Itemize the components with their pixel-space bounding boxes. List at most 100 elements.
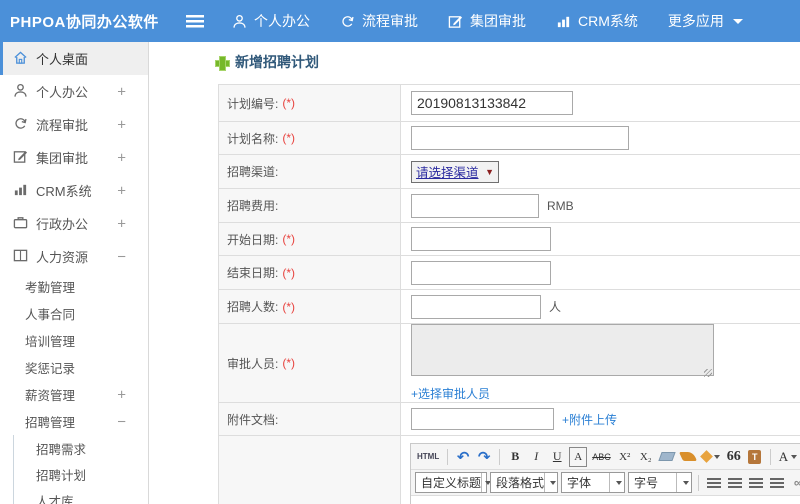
editor-content-area[interactable] [411,496,800,504]
sidebar-item-personal-desktop[interactable]: 个人桌面 [0,42,148,75]
nav-item-more-apps[interactable]: 更多应用 [668,11,743,31]
sidebar-item-crm[interactable]: CRM系统 + [0,174,148,207]
sidebar-item-personal-office[interactable]: 个人办公 + [0,75,148,108]
nav-item-personal-office[interactable]: 个人办公 [232,11,310,31]
plan-number-input[interactable] [411,91,573,115]
sidebar-item-training[interactable]: 培训管理 [0,327,148,354]
bold-button[interactable]: B [506,447,524,467]
font-color-button[interactable]: A [777,447,799,467]
form-row: 招聘人数: (*) 人 [219,290,800,324]
form-row: 招聘渠道: 请选择渠道 ▼ [219,155,800,189]
sidebar-item-rewards[interactable]: 奖惩记录 [0,354,148,381]
hamburger-menu-icon[interactable] [186,14,204,28]
clipboard-icon: T [748,449,762,464]
sidebar-subitem-label: 考勤管理 [25,281,76,295]
font-style-button[interactable]: A [569,446,588,467]
html-source-button[interactable]: HTML [415,447,441,467]
page-title-text: 新增招聘计划 [235,54,319,70]
nav-label: 流程审批 [362,13,418,29]
italic-button[interactable]: I [527,447,545,467]
sidebar-item-label: 流程审批 [36,118,89,133]
recruit-fee-label: 招聘费用: [219,189,401,222]
form-row: 计划名称: (*) [219,122,800,155]
form-row: 计划编号: (*) [219,85,800,122]
sidebar-subitem-label: 人事合同 [25,308,76,322]
page-title: 新增招聘计划 [215,52,319,72]
sidebar-item-label: 行政办公 [36,217,89,232]
end-date-input[interactable] [411,260,551,285]
home-icon [13,50,28,68]
sidebar-item-hr-contract[interactable]: 人事合同 [0,300,148,327]
recruit-fee-input[interactable] [411,193,539,218]
paragraph-format-select[interactable]: 段落格式 [490,472,558,493]
sidebar-item-admin-office[interactable]: 行政办公 + [0,207,148,240]
sidebar-item-recruit-plan[interactable]: 招聘计划 [14,461,148,487]
custom-heading-select[interactable]: 自定义标题 [415,472,492,493]
editor-toolbar-row2: 自定义标题 段落格式 字体 字号 ∞ ∞ [411,470,800,496]
sidebar-item-recruit-mgmt[interactable]: 招聘管理 − [0,408,148,435]
sidebar-item-label: 人力资源 [36,250,89,265]
sidebar-subitem-label: 招聘需求 [36,442,87,457]
required-mark: (*) [282,232,296,246]
editor-toolbar-row1: HTML ↶ ↷ B I U A ABC X² X₂ 66 T A ab [411,444,800,470]
required-mark: (*) [282,356,296,370]
strikethrough-button[interactable]: ABC [590,447,613,467]
align-justify-button[interactable] [768,473,786,493]
font-family-select[interactable]: 字体 [561,472,625,493]
superscript-button[interactable]: X² [616,447,634,467]
undo-button[interactable]: ↶ [454,447,472,467]
sidebar-item-group-approval[interactable]: 集团审批 + [0,141,148,174]
align-left-button[interactable] [705,473,723,493]
select-approver-link[interactable]: +选择审批人员 [411,385,490,402]
blockquote-button[interactable]: 66 [725,447,743,467]
form-row: 审批人员: (*) +选择审批人员 [219,324,800,403]
attachment-upload-link[interactable]: +附件上传 [562,411,617,428]
format-brush-button[interactable] [678,447,697,467]
nav-label: CRM系统 [578,13,638,29]
eraser-icon [658,452,676,461]
auto-typeset-button[interactable] [699,447,722,467]
nav-item-group-approval[interactable]: 集团审批 [448,11,526,31]
sidebar-item-attendance[interactable]: 考勤管理 [0,273,148,300]
form-row: 开始日期: (*) [219,223,800,256]
resize-grip[interactable] [704,369,712,377]
plan-number-label: 计划编号: (*) [219,85,401,121]
sidebar-item-hr[interactable]: 人力资源 − [0,240,148,273]
attachment-input[interactable] [411,408,554,430]
sidebar-item-process-approval[interactable]: 流程审批 + [0,108,148,141]
headcount-input[interactable] [411,294,541,319]
align-right-icon [749,477,763,488]
toolbar-separator [698,474,699,491]
align-center-button[interactable] [726,473,744,493]
recruit-channel-label: 招聘渠道: [219,155,401,188]
nav-item-process-approval[interactable]: 流程审批 [340,11,418,31]
select-arrow-icon [676,473,691,492]
plan-name-input[interactable] [411,126,629,150]
approver-label: 审批人员: (*) [219,324,401,402]
sidebar-item-recruit-demand[interactable]: 招聘需求 [14,435,148,461]
chart-icon [556,14,571,29]
sidebar-item-talent-pool[interactable]: 人才库 [14,487,148,504]
font-size-select[interactable]: 字号 [628,472,692,493]
attachment-label: 附件文档: [219,403,401,435]
form-row: 招聘费用: RMB [219,189,800,223]
expand-plus-icon: + [117,386,126,403]
redo-button[interactable]: ↷ [475,447,493,467]
insert-link-button[interactable]: ∞ [789,473,800,493]
recruit-plan-form: 计划编号: (*) 计划名称: (*) 招聘渠道: 请选择渠道 [218,84,800,504]
start-date-input[interactable] [411,227,551,251]
expand-minus-icon: − [117,248,126,265]
recruit-channel-select[interactable]: 请选择渠道 ▼ [411,160,499,183]
expand-plus-icon: + [117,149,126,166]
book-icon [13,248,28,266]
form-row: 附件文档: +附件上传 [219,403,800,436]
eraser-button[interactable] [658,447,676,467]
nav-item-crm[interactable]: CRM系统 [556,11,638,31]
subscript-button[interactable]: X₂ [637,447,655,467]
underline-button[interactable]: U [548,447,566,467]
align-right-button[interactable] [747,473,765,493]
approver-textarea[interactable] [411,324,714,376]
edit-icon [448,14,463,29]
paste-button[interactable]: T [746,447,764,467]
sidebar-item-salary[interactable]: 薪资管理 + [0,381,148,408]
